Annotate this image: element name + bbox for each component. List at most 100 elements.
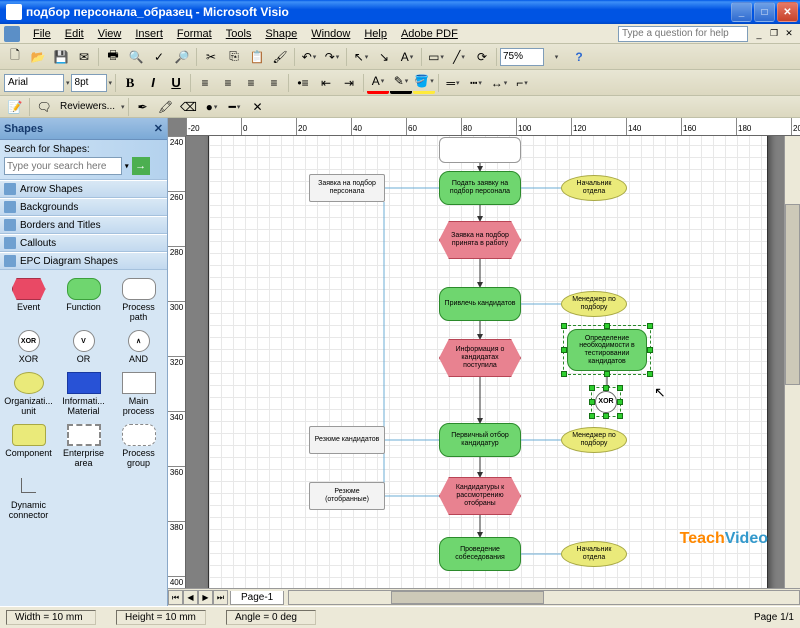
shape-event-1[interactable]: Заявка на подбор принята в работу — [439, 221, 521, 259]
shape-event-3[interactable]: Кандидатуры к рассмотрению отобраны — [439, 477, 521, 515]
next-page-button[interactable]: ▶ — [198, 590, 213, 605]
zoom-dropdown-button[interactable]: ▾ — [545, 46, 567, 68]
justify-button[interactable]: ≡ — [263, 72, 285, 94]
research-button[interactable]: 🔎 — [171, 46, 193, 68]
italic-button[interactable]: I — [142, 72, 164, 94]
align-left-button[interactable]: ≡ — [194, 72, 216, 94]
shape-top[interactable] — [439, 137, 521, 163]
bold-button[interactable]: B — [119, 72, 141, 94]
pointer-tool-button[interactable]: ↖▾ — [350, 46, 372, 68]
menu-shape[interactable]: Shape — [258, 26, 304, 42]
menu-view[interactable]: View — [91, 26, 129, 42]
stencil-callouts[interactable]: Callouts — [0, 234, 167, 252]
print-preview-button[interactable]: 🔍 — [125, 46, 147, 68]
maximize-button[interactable]: □ — [754, 2, 775, 22]
master-shape-or[interactable]: VOR — [57, 328, 110, 366]
show-markup-button[interactable]: 🗨 — [33, 96, 55, 118]
master-shape-process-group[interactable]: Process group — [112, 422, 165, 470]
shape-function-1[interactable]: Подать заявку на подбор персонала — [439, 171, 521, 205]
line-ends-button[interactable]: ↔▾ — [488, 72, 510, 94]
align-center-button[interactable]: ≡ — [217, 72, 239, 94]
line-pattern-button[interactable]: ┅▾ — [465, 72, 487, 94]
highlight-button[interactable]: 🖍 — [155, 96, 177, 118]
horizontal-scrollbar[interactable] — [288, 590, 800, 605]
spell-button[interactable]: ✓ — [148, 46, 170, 68]
line-color-button[interactable]: ✎▾ — [390, 72, 412, 94]
menu-insert[interactable]: Insert — [128, 26, 170, 42]
print-button[interactable]: 🖶 — [102, 46, 124, 68]
undo-button[interactable]: ↶▾ — [298, 46, 320, 68]
master-shape-informati-material[interactable]: Informati... Material — [57, 370, 110, 418]
vertical-scrollbar[interactable] — [784, 136, 800, 588]
bullets-button[interactable]: •≡ — [292, 72, 314, 94]
menu-edit[interactable]: Edit — [58, 26, 91, 42]
shape-org-1[interactable]: Начальник отдела — [561, 175, 627, 201]
shape-event-2[interactable]: Информация о кандидатах поступила — [439, 339, 521, 377]
master-shape-function[interactable]: Function — [57, 276, 110, 324]
mdi-minimize-button[interactable]: _ — [752, 27, 766, 41]
help-search-input[interactable] — [618, 26, 748, 42]
menu-adobe-pdf[interactable]: Adobe PDF — [394, 26, 465, 42]
reviewers-dropdown[interactable]: Reviewers... — [56, 101, 119, 112]
stencil-epc-diagram-shapes[interactable]: EPC Diagram Shapes — [0, 252, 167, 270]
prev-page-button[interactable]: ◀ — [183, 590, 198, 605]
master-shape-main-process[interactable]: Main process — [112, 370, 165, 418]
master-shape-component[interactable]: Component — [2, 422, 55, 470]
stencil-arrow-shapes[interactable]: Arrow Shapes — [0, 180, 167, 198]
ink-color-button[interactable]: ●▾ — [201, 96, 223, 118]
shape-function-2[interactable]: Привлечь кандидатов — [439, 287, 521, 321]
close-button[interactable]: ✕ — [777, 2, 798, 22]
line-weight-button[interactable]: ═▾ — [442, 72, 464, 94]
master-shape-and[interactable]: ∧AND — [112, 328, 165, 366]
search-go-button[interactable]: → — [132, 157, 150, 175]
open-button[interactable]: 📂 — [27, 46, 49, 68]
shape-function-5[interactable]: Проведение собеседования — [439, 537, 521, 571]
master-shape-event[interactable]: Event — [2, 276, 55, 324]
rectangle-tool-button[interactable]: ▭▾ — [425, 46, 447, 68]
menu-help[interactable]: Help — [357, 26, 394, 42]
text-tool-button[interactable]: A▾ — [396, 46, 418, 68]
underline-button[interactable]: U — [165, 72, 187, 94]
new-button[interactable]: 🗋 — [4, 46, 26, 68]
font-color-button[interactable]: A▾ — [367, 72, 389, 94]
shape-org-4[interactable]: Начальник отдела — [561, 541, 627, 567]
menu-window[interactable]: Window — [304, 26, 357, 42]
format-painter-button[interactable]: 🖌 — [269, 46, 291, 68]
mdi-restore-button[interactable]: ❐ — [767, 27, 781, 41]
master-shape-dynamic-connector[interactable]: Dynamic connector — [2, 474, 55, 522]
master-shape-xor[interactable]: XORXOR — [2, 328, 55, 366]
page-tab-1[interactable]: Page-1 — [230, 591, 284, 605]
menu-file[interactable]: File — [26, 26, 58, 42]
eraser-button[interactable]: ⌫ — [178, 96, 200, 118]
indent-button[interactable]: ⇥ — [338, 72, 360, 94]
stencil-borders-and-titles[interactable]: Borders and Titles — [0, 216, 167, 234]
shape-doc-1[interactable]: Заявка на подбор персонала — [309, 174, 385, 202]
mail-button[interactable]: ✉ — [73, 46, 95, 68]
minimize-button[interactable]: _ — [731, 2, 752, 22]
mdi-close-button[interactable]: ✕ — [782, 27, 796, 41]
shape-doc-3[interactable]: Резюме (отобранные) — [309, 482, 385, 510]
shape-search-input[interactable] — [4, 157, 122, 175]
fill-color-button[interactable]: 🪣▾ — [413, 72, 435, 94]
corner-button[interactable]: ⌐▾ — [511, 72, 533, 94]
shape-org-2[interactable]: Менеджер по подбору — [561, 291, 627, 317]
line-tool-button[interactable]: ╱▾ — [448, 46, 470, 68]
cut-button[interactable]: ✂ — [200, 46, 222, 68]
shape-function-4[interactable]: Первичный отбор кандидатур — [439, 423, 521, 457]
first-page-button[interactable]: ⏮ — [168, 590, 183, 605]
menu-format[interactable]: Format — [170, 26, 219, 42]
close-ink-button[interactable]: ✕ — [247, 96, 269, 118]
rotate-button[interactable]: ⟳ — [471, 46, 493, 68]
master-shape-organizati-unit[interactable]: Organizati... unit — [2, 370, 55, 418]
menu-tools[interactable]: Tools — [219, 26, 259, 42]
stencil-backgrounds[interactable]: Backgrounds — [0, 198, 167, 216]
save-button[interactable]: 💾 — [50, 46, 72, 68]
ink-weight-button[interactable]: ━▾ — [224, 96, 246, 118]
shape-doc-2[interactable]: Резюме кандидатов — [309, 426, 385, 454]
last-page-button[interactable]: ⏭ — [213, 590, 228, 605]
outdent-button[interactable]: ⇤ — [315, 72, 337, 94]
drawing-page[interactable]: Подать заявку на подбор персонала Началь… — [208, 136, 768, 588]
shapes-close-button[interactable]: ✕ — [154, 122, 163, 135]
master-shape-process-path[interactable]: Process path — [112, 276, 165, 324]
zoom-input[interactable] — [500, 48, 544, 66]
